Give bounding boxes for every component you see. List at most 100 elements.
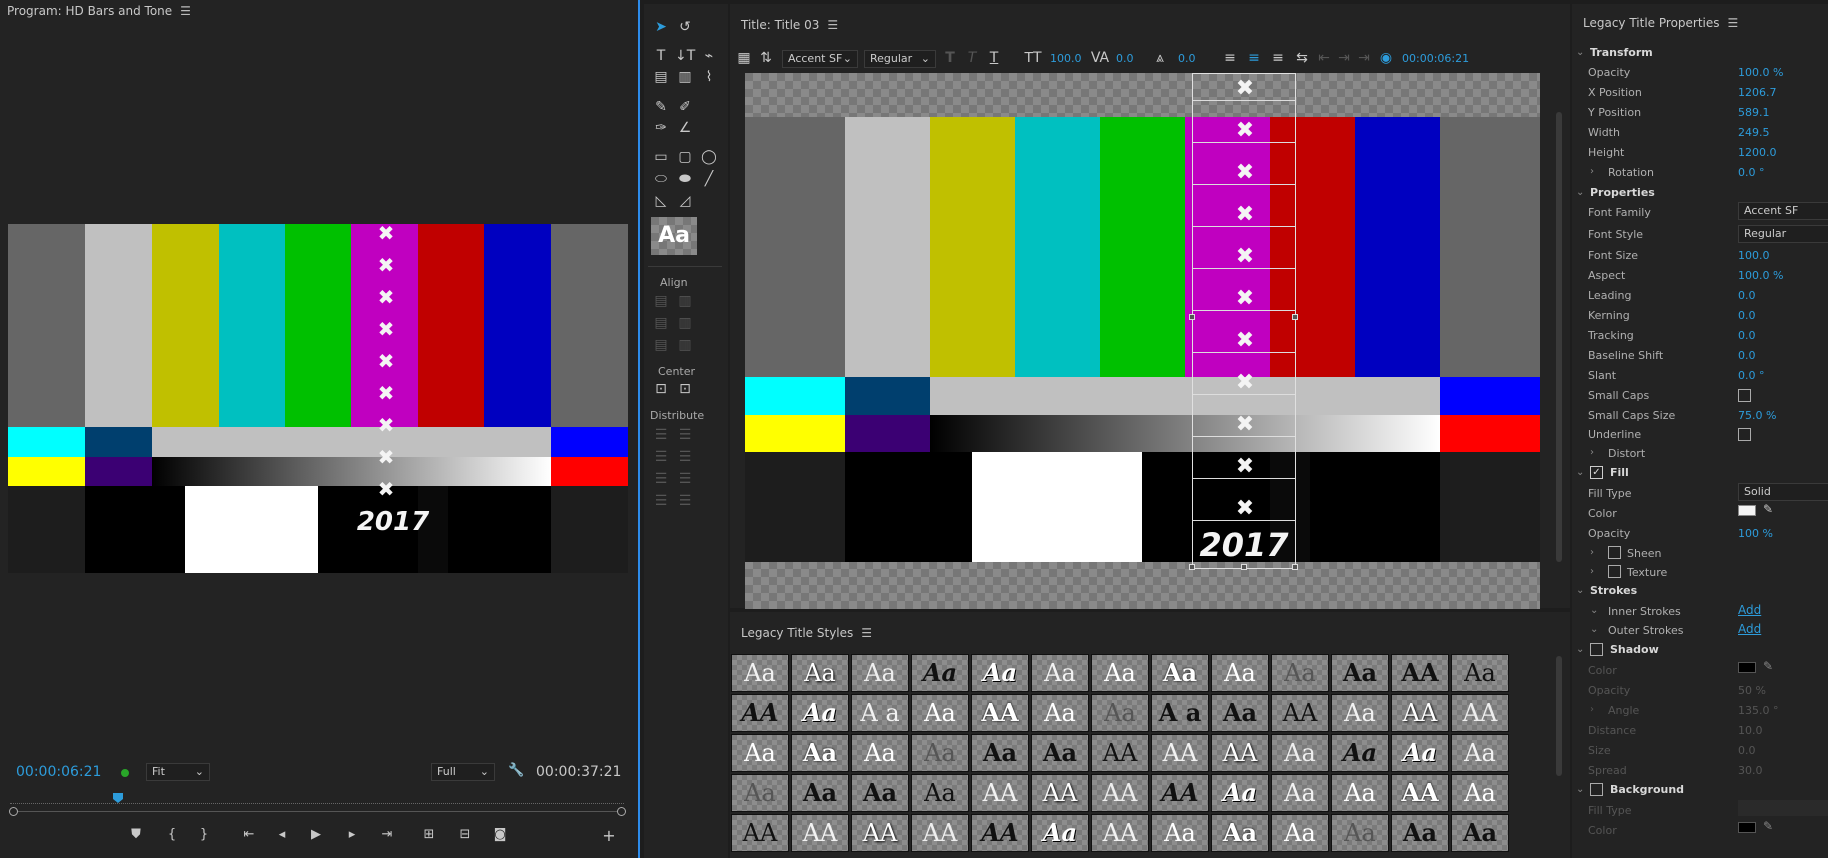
fit-dropdown[interactable]: Fit ⌄ [146, 763, 210, 781]
shadow-checkbox[interactable] [1590, 643, 1603, 656]
align-right-text-icon[interactable]: ≡ [1268, 49, 1288, 67]
font-family-field[interactable]: Accent SF [1738, 202, 1828, 220]
style-swatch[interactable]: Aa [1451, 814, 1509, 852]
fill-type-field[interactable]: Solid [1738, 483, 1828, 501]
style-swatch[interactable]: Aa [1451, 654, 1509, 692]
fill-section[interactable]: Fill [1610, 466, 1629, 479]
style-swatch[interactable]: Aa [1271, 734, 1329, 772]
style-swatch[interactable]: Aa [791, 694, 849, 732]
styles-scrollbar[interactable] [1556, 656, 1562, 776]
lift-button[interactable]: ⊞ [420, 827, 438, 842]
style-swatch[interactable]: AA [791, 814, 849, 852]
title-timecode[interactable]: 00:00:06:21 [1402, 52, 1469, 65]
style-swatch[interactable]: Aa [1331, 654, 1389, 692]
panel-menu-icon[interactable]: ☰ [180, 4, 191, 18]
style-swatch[interactable]: Aa [1091, 654, 1149, 692]
camera-icon[interactable]: ◙ [491, 827, 509, 842]
fill-checkbox[interactable]: ✓ [1590, 466, 1603, 479]
program-monitor-title[interactable]: Program: HD Bars and Tone ☰ [7, 4, 191, 18]
leading-prop-value[interactable]: 0.0 [1738, 289, 1756, 302]
clipped-rect-tool-icon[interactable]: ⬭ [651, 170, 671, 188]
type-tool-icon[interactable]: T [651, 47, 671, 65]
style-swatch[interactable]: AA [1091, 734, 1149, 772]
properties-section[interactable]: Properties [1590, 186, 1655, 199]
style-swatch[interactable]: Aa [1331, 694, 1389, 732]
title-canvas[interactable]: ✖ ✖ ✖ ✖ ✖ ✖ ✖ ✖ ✖ ✖ ✖ 2017 [745, 73, 1540, 609]
style-swatch[interactable]: Aa [1451, 734, 1509, 772]
small-caps-size-value[interactable]: 75.0 % [1738, 409, 1776, 422]
sheen-checkbox[interactable] [1608, 546, 1621, 559]
vertical-type-tool-icon[interactable]: ↓T [675, 47, 695, 65]
style-swatch[interactable]: Aa [791, 654, 849, 692]
ellipse-tool-icon[interactable]: ◯ [699, 148, 719, 166]
font-family-dropdown[interactable]: Accent SF ⌄ [782, 50, 858, 68]
path-type-tool-icon[interactable]: ⌁ [699, 47, 719, 65]
fill-color-swatch[interactable] [1738, 505, 1756, 516]
rotation-label[interactable]: Rotation [1608, 166, 1654, 179]
kerning-icon[interactable]: VA [1090, 49, 1110, 67]
align-left-text-icon[interactable]: ≡ [1220, 49, 1240, 67]
style-swatch[interactable]: Aa [1271, 654, 1329, 692]
style-swatch[interactable]: Aa [1331, 814, 1389, 852]
aspect-value[interactable]: 100.0 % [1738, 269, 1783, 282]
shadow-section[interactable]: Shadow [1610, 643, 1659, 656]
style-swatch[interactable]: Aa [911, 734, 969, 772]
rectangle-tool-icon[interactable]: ▭ [651, 148, 671, 166]
mark-out-button[interactable]: } [196, 827, 212, 842]
style-swatch[interactable]: AA [971, 694, 1029, 732]
style-swatch[interactable]: Aa [1031, 654, 1089, 692]
line-tool-icon[interactable]: ╱ [699, 170, 719, 188]
vertical-path-type-tool-icon[interactable]: ⌇ [699, 68, 719, 86]
center-vertical-icon[interactable]: ⊡ [675, 380, 695, 398]
style-swatch[interactable]: Aa [851, 774, 909, 812]
inner-strokes-add-link[interactable]: Add [1738, 603, 1761, 617]
style-swatch[interactable]: A a [851, 694, 909, 732]
style-swatch[interactable]: Aa [731, 774, 789, 812]
wedge-tool-icon[interactable]: ◺ [651, 192, 671, 210]
style-swatch[interactable]: AA [1151, 774, 1209, 812]
convert-anchor-tool-icon[interactable]: ∠ [675, 119, 695, 137]
style-swatch[interactable]: Aa [1391, 814, 1449, 852]
style-swatch[interactable]: Aa [1271, 814, 1329, 852]
background-video-toggle-icon[interactable]: ▦ [734, 49, 754, 67]
style-swatch[interactable]: Aa [1271, 774, 1329, 812]
style-swatch[interactable]: Aa [911, 654, 969, 692]
style-swatch[interactable]: AA [1391, 774, 1449, 812]
slant-value[interactable]: 0.0 ° [1738, 369, 1765, 382]
style-swatch[interactable]: Aa [791, 734, 849, 772]
style-swatch[interactable]: Aa [1211, 654, 1269, 692]
underline-checkbox[interactable] [1738, 428, 1751, 441]
font-size-icon[interactable]: ꓔT [1023, 49, 1043, 67]
style-swatch[interactable]: Aa [1451, 774, 1509, 812]
play-button[interactable]: ▶ [308, 827, 324, 842]
style-swatch[interactable]: Aa [791, 774, 849, 812]
style-swatch[interactable]: Aa [1031, 694, 1089, 732]
style-swatch[interactable]: Aa [851, 734, 909, 772]
wrench-icon[interactable]: 🔧 [508, 763, 524, 778]
show-background-video-icon[interactable]: ◉ [1376, 49, 1396, 67]
style-swatch[interactable]: Aa [1391, 734, 1449, 772]
rounded-rect-tool-icon[interactable]: ▢ [675, 148, 695, 166]
mark-in-button[interactable]: { [164, 827, 180, 842]
leading-value[interactable]: 0.0 [1178, 52, 1196, 65]
title-designer-tab[interactable]: Title: Title 03 ☰ [741, 18, 838, 32]
rotation-tool-icon[interactable]: ↺ [675, 18, 695, 36]
style-swatch[interactable]: Aa [971, 734, 1029, 772]
quality-dropdown[interactable]: Full ⌄ [431, 763, 495, 781]
templates-icon[interactable]: ⇅ [756, 49, 776, 67]
style-swatch[interactable]: AA [1451, 694, 1509, 732]
font-style-field[interactable]: Regular [1738, 225, 1828, 243]
properties-tab[interactable]: Legacy Title Properties ☰ [1583, 16, 1738, 30]
panel-menu-icon[interactable]: ☰ [861, 626, 872, 640]
style-swatch[interactable]: Aa [1211, 814, 1269, 852]
add-anchor-tool-icon[interactable]: ✑ [651, 119, 671, 137]
style-swatch[interactable]: Aa [1211, 694, 1269, 732]
style-swatch[interactable]: AA [1211, 734, 1269, 772]
style-swatch[interactable]: AA [1391, 694, 1449, 732]
style-swatch[interactable]: Aa [971, 654, 1029, 692]
style-swatch[interactable]: AA [911, 814, 969, 852]
style-swatch[interactable]: Aa [1091, 694, 1149, 732]
center-horizontal-icon[interactable]: ⊡ [651, 380, 671, 398]
eyedropper-icon[interactable]: ✎ [1760, 502, 1776, 516]
style-swatch[interactable]: AA [1031, 774, 1089, 812]
